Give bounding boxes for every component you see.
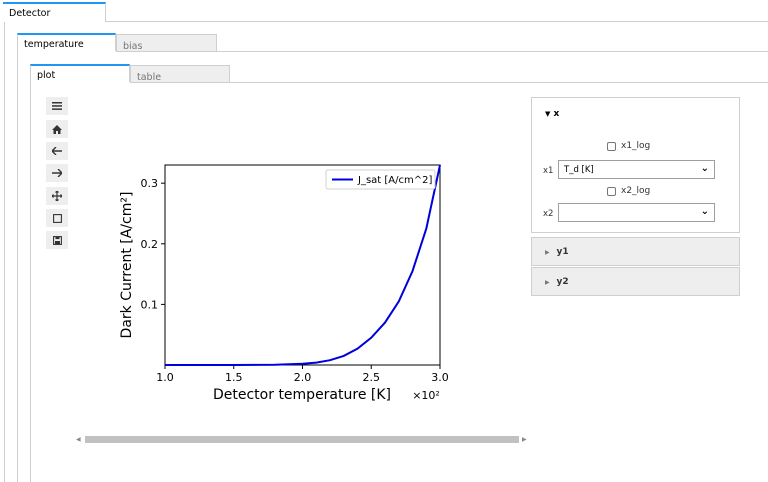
- scroll-left-icon[interactable]: ◀: [76, 435, 81, 444]
- mid-pane-left-border: [17, 51, 18, 482]
- menu-icon: [52, 102, 62, 110]
- y2-panel-title: y2: [556, 277, 569, 287]
- x1-log-label: x1_log: [621, 141, 651, 151]
- x-tick-label: 1.5: [225, 371, 243, 384]
- x2-log-checkbox[interactable]: [607, 186, 616, 196]
- zoom-rect-icon: [52, 213, 62, 223]
- x-tick-label: 1.0: [156, 371, 174, 384]
- tab-table[interactable]: table: [130, 65, 230, 83]
- x-axis-label: Detector temperature [K]: [213, 387, 391, 403]
- x-tick-label: 3.0: [431, 371, 449, 384]
- legend-label: J_sat [A/cm^2]: [357, 175, 432, 186]
- tab-plot-label: plot: [37, 70, 56, 81]
- legend: J_sat [A/cm^2]: [325, 169, 436, 190]
- forward-arrow-icon: [52, 169, 62, 177]
- save-button[interactable]: [46, 231, 68, 249]
- x-axis-multiplier: ×10²: [412, 389, 440, 402]
- tab-temperature-label: temperature: [24, 39, 84, 50]
- inner-pane-left-border: [30, 82, 31, 482]
- x2-label: x2: [543, 209, 554, 219]
- scroll-right-icon[interactable]: ▶: [522, 435, 527, 444]
- tab-detector-label: Detector: [9, 8, 51, 19]
- x-axis-panel: ▼ x x1_log x1 T_d [K] ⌄ x2_log x2 ⌄: [531, 97, 740, 233]
- caret-down-icon: ▼: [545, 110, 551, 118]
- pan-button[interactable]: [46, 187, 68, 205]
- home-button[interactable]: [46, 120, 68, 138]
- x1-label: x1: [543, 166, 554, 176]
- y1-panel-title: y1: [556, 247, 569, 257]
- x-tick-label: 2.0: [294, 371, 312, 384]
- y-axis-label: Dark Current [A/cm²]: [119, 192, 135, 339]
- x-panel-header[interactable]: ▼ x: [545, 109, 559, 119]
- y2-panel-header[interactable]: ▶ y2: [531, 267, 740, 296]
- x1-log-option[interactable]: x1_log: [607, 141, 650, 151]
- menu-button[interactable]: [46, 97, 68, 115]
- forward-button[interactable]: [46, 164, 68, 182]
- inner-tab-baseline: [230, 82, 768, 83]
- x-tick-label: 2.5: [363, 371, 381, 384]
- save-icon: [52, 235, 62, 245]
- back-arrow-icon: [52, 147, 62, 155]
- y-tick-label: 0.1: [141, 298, 159, 311]
- chevron-down-icon: ⌄: [700, 163, 709, 174]
- outer-pane-left-border: [4, 22, 5, 482]
- x2-log-option[interactable]: x2_log: [607, 186, 650, 196]
- home-icon: [52, 124, 62, 134]
- zoom-rect-button[interactable]: [46, 209, 68, 227]
- x-panel-title: x: [553, 109, 560, 119]
- plot-horizontal-scrollbar[interactable]: ◀ ▶: [74, 435, 529, 444]
- y1-panel-header[interactable]: ▶ y1: [531, 237, 740, 266]
- y-tick-label: 0.3: [141, 177, 159, 190]
- x1-select-value: T_d [K]: [564, 165, 594, 175]
- tab-plot[interactable]: plot: [30, 64, 130, 82]
- x1-log-checkbox[interactable]: [607, 141, 616, 151]
- tab-bias[interactable]: bias: [116, 34, 217, 52]
- chevron-down-icon: ⌄: [700, 206, 709, 217]
- caret-right-icon: ▶: [545, 279, 550, 286]
- pan-icon: [52, 191, 62, 201]
- x1-select[interactable]: T_d [K] ⌄: [558, 160, 715, 179]
- tab-table-label: table: [137, 72, 162, 83]
- back-button[interactable]: [46, 142, 68, 160]
- tab-temperature[interactable]: temperature: [17, 33, 116, 51]
- caret-right-icon: ▶: [545, 249, 550, 256]
- mid-tab-baseline: [217, 51, 768, 52]
- x2-log-label: x2_log: [621, 186, 651, 196]
- tab-detector[interactable]: Detector: [3, 2, 106, 22]
- scrollbar-thumb[interactable]: [85, 436, 519, 443]
- tab-bias-label: bias: [123, 41, 143, 52]
- y-tick-label: 0.2: [141, 238, 159, 251]
- dark-current-plot: 1.0 1.5 2.0 2.5 3.0 0.1 0.2 0.3 J_sat [A/cm^2]…: [119, 164, 449, 403]
- x2-select[interactable]: ⌄: [558, 203, 715, 222]
- outer-tab-baseline: [106, 21, 768, 22]
- plot-axes-frame: [164, 164, 441, 366]
